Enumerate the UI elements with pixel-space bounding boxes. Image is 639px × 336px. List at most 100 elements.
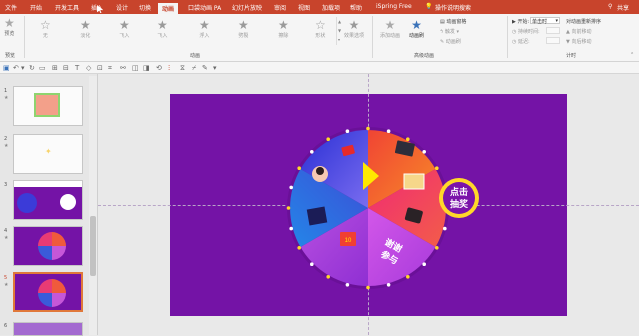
add-animation-button[interactable]: ★ 添加动画 — [380, 18, 400, 39]
effect-options-button[interactable]: ★ 效果选项 — [344, 18, 364, 39]
tell-me-search[interactable]: 操作说明搜索 — [435, 3, 471, 12]
star-icon: ★ — [157, 18, 168, 32]
slide-number: 3 — [4, 182, 8, 188]
slide-thumbnail-4[interactable] — [13, 226, 83, 266]
tab-ispring[interactable]: iSpring Free — [376, 3, 412, 10]
tab-slideshow[interactable]: 幻灯片放映 — [232, 3, 262, 12]
delay-label: 延迟: — [517, 39, 530, 45]
wheel-light-dot — [326, 137, 330, 141]
tab-home[interactable]: 开始 — [30, 3, 42, 12]
duration-label: 持续时间: — [517, 29, 540, 35]
effect-options-icon: ★ — [348, 18, 360, 32]
gallery-scroll[interactable]: ▲ ▼ ▾ — [336, 17, 341, 45]
undo-dropdown-icon[interactable]: ▾ — [21, 64, 25, 72]
tab-file[interactable]: 文件 — [5, 3, 17, 12]
start-row: ▶ 开始: — [512, 19, 530, 25]
tab-addins[interactable]: 加载项 — [322, 3, 340, 12]
animation-star-icon: ★ — [4, 282, 9, 288]
tab-review[interactable]: 审阅 — [274, 3, 286, 12]
rotate-icon[interactable]: ⟲ — [156, 64, 162, 72]
wheel-light-dot — [345, 129, 350, 133]
start-slideshow-icon[interactable]: ▭ — [39, 64, 46, 72]
trigger-button[interactable]: ϟ 触发 ▾ — [440, 28, 459, 35]
move-earlier-button[interactable]: ▲ 向前移动 — [566, 28, 591, 35]
slide-thumbnail-6[interactable] — [13, 322, 83, 336]
tab-developer[interactable]: 开发工具 — [55, 3, 79, 12]
tab-animation[interactable]: 动画 — [158, 3, 179, 14]
slide-thumbnail-5[interactable] — [13, 272, 83, 312]
slide-number: 1 — [4, 88, 8, 94]
duration-input[interactable] — [546, 27, 560, 34]
start-select[interactable]: 单击时 ▾ — [530, 17, 560, 25]
thumbnail-graphic — [17, 193, 37, 213]
animation-float-in[interactable]: ★ 浮入 — [199, 18, 210, 39]
animation-split[interactable]: ★ 劈裂 — [238, 18, 249, 39]
wheel-light-dot — [422, 262, 426, 266]
thumbnail-scrollbar[interactable] — [89, 76, 97, 335]
separator — [24, 16, 25, 58]
eyedropper-icon[interactable]: ⌿ — [192, 64, 196, 73]
brush-label: 动画刷 — [445, 39, 461, 45]
slide-number: 6 — [4, 323, 8, 329]
redo-icon[interactable]: ↻ — [29, 64, 35, 72]
group-label-timing: 计时 — [566, 53, 577, 59]
move-earlier-label: 向前移动 — [571, 29, 592, 35]
send-back-icon[interactable]: ◨ — [143, 64, 150, 72]
animation-pane-button[interactable]: ▤ 动画窗格 — [440, 18, 466, 25]
animation-brush-button[interactable]: ✎ 动画刷 — [440, 38, 461, 45]
start-label: 开始: — [517, 19, 530, 25]
animation-painter-button[interactable]: ★ 动画刷 — [409, 18, 424, 39]
star-icon: ★ — [238, 18, 249, 32]
align-icon[interactable]: ⊞ — [52, 64, 58, 72]
move-later-button[interactable]: ▼ 向后移动 — [566, 38, 591, 45]
tab-help[interactable]: 帮助 — [350, 3, 362, 12]
bring-front-icon[interactable]: ◫ — [132, 64, 139, 72]
shape-icon[interactable]: ◇ — [86, 64, 91, 72]
slide-thumbnail-3[interactable] — [13, 180, 83, 220]
wheel-light-dot — [310, 262, 314, 266]
share-button[interactable]: 共享 — [617, 3, 629, 12]
tab-transitions[interactable]: 切换 — [139, 3, 151, 12]
animation-none[interactable]: ☆ 无 — [40, 18, 51, 39]
group-icon[interactable]: ⊡ — [97, 64, 103, 72]
wheel-light-dot — [289, 226, 293, 231]
ribbon-tab-bar: 文件 开始 开发工具 插入 设计 切换 动画 口袋动画 PA 幻灯片放映 审阅 … — [0, 0, 639, 14]
kid-doll-hair-icon — [316, 167, 324, 175]
animation-fade[interactable]: ★ 淡化 — [80, 18, 91, 39]
pane-icon: ▤ — [440, 19, 445, 25]
color-picker-icon[interactable]: ⵗ — [168, 64, 170, 72]
animation-wipe[interactable]: ★ 擦除 — [278, 18, 289, 39]
preview-button[interactable]: ★ 预览 — [4, 16, 15, 37]
star-icon: ★ — [199, 18, 210, 32]
lottery-wheel[interactable]: 10 谢谢 参与 点击 抽奖 — [280, 108, 480, 308]
distribute-icon[interactable]: ⊟ — [63, 64, 69, 72]
tablet-icon-blue — [306, 206, 328, 226]
undo-icon[interactable]: ↶ — [13, 64, 19, 72]
animation-fly-in-2[interactable]: ★ 飞入 — [157, 18, 168, 39]
save-icon[interactable]: ▣ — [3, 64, 10, 72]
separator — [507, 16, 508, 58]
tab-design[interactable]: 设计 — [116, 3, 128, 12]
collapse-ribbon-icon[interactable]: ⌃ — [630, 52, 634, 58]
customize-toolbar-icon[interactable]: ▾ — [213, 64, 217, 72]
slide-thumbnail-1[interactable] — [13, 86, 83, 126]
delay-input[interactable] — [546, 37, 560, 44]
trigger-label: 触发 — [444, 29, 455, 35]
wheel-light-dot — [310, 150, 314, 154]
pen-icon[interactable]: ✎ — [202, 64, 208, 72]
add-animation-icon: ★ — [384, 18, 396, 32]
animation-fly-in-1[interactable]: ★ 飞入 — [119, 18, 130, 39]
tab-view[interactable]: 视图 — [298, 3, 310, 12]
wheel-light-dot — [297, 246, 301, 250]
scrollbar-thumb[interactable] — [90, 216, 96, 276]
format-painter-icon[interactable]: ⧖ — [180, 64, 185, 73]
tab-pocket-animation[interactable]: 口袋动画 PA — [188, 3, 221, 12]
wheel-light-dot — [406, 275, 410, 279]
animation-star-icon: ★ — [4, 235, 9, 241]
link-icon[interactable]: ⚯ — [120, 64, 126, 72]
crop-icon[interactable]: ⌗ — [108, 64, 112, 73]
slide-thumbnail-2[interactable]: ✦ — [13, 134, 83, 174]
animation-shape[interactable]: ☆ 形状 — [315, 18, 326, 39]
text-icon[interactable]: T — [75, 64, 79, 72]
wheel-light-dot — [435, 166, 439, 170]
